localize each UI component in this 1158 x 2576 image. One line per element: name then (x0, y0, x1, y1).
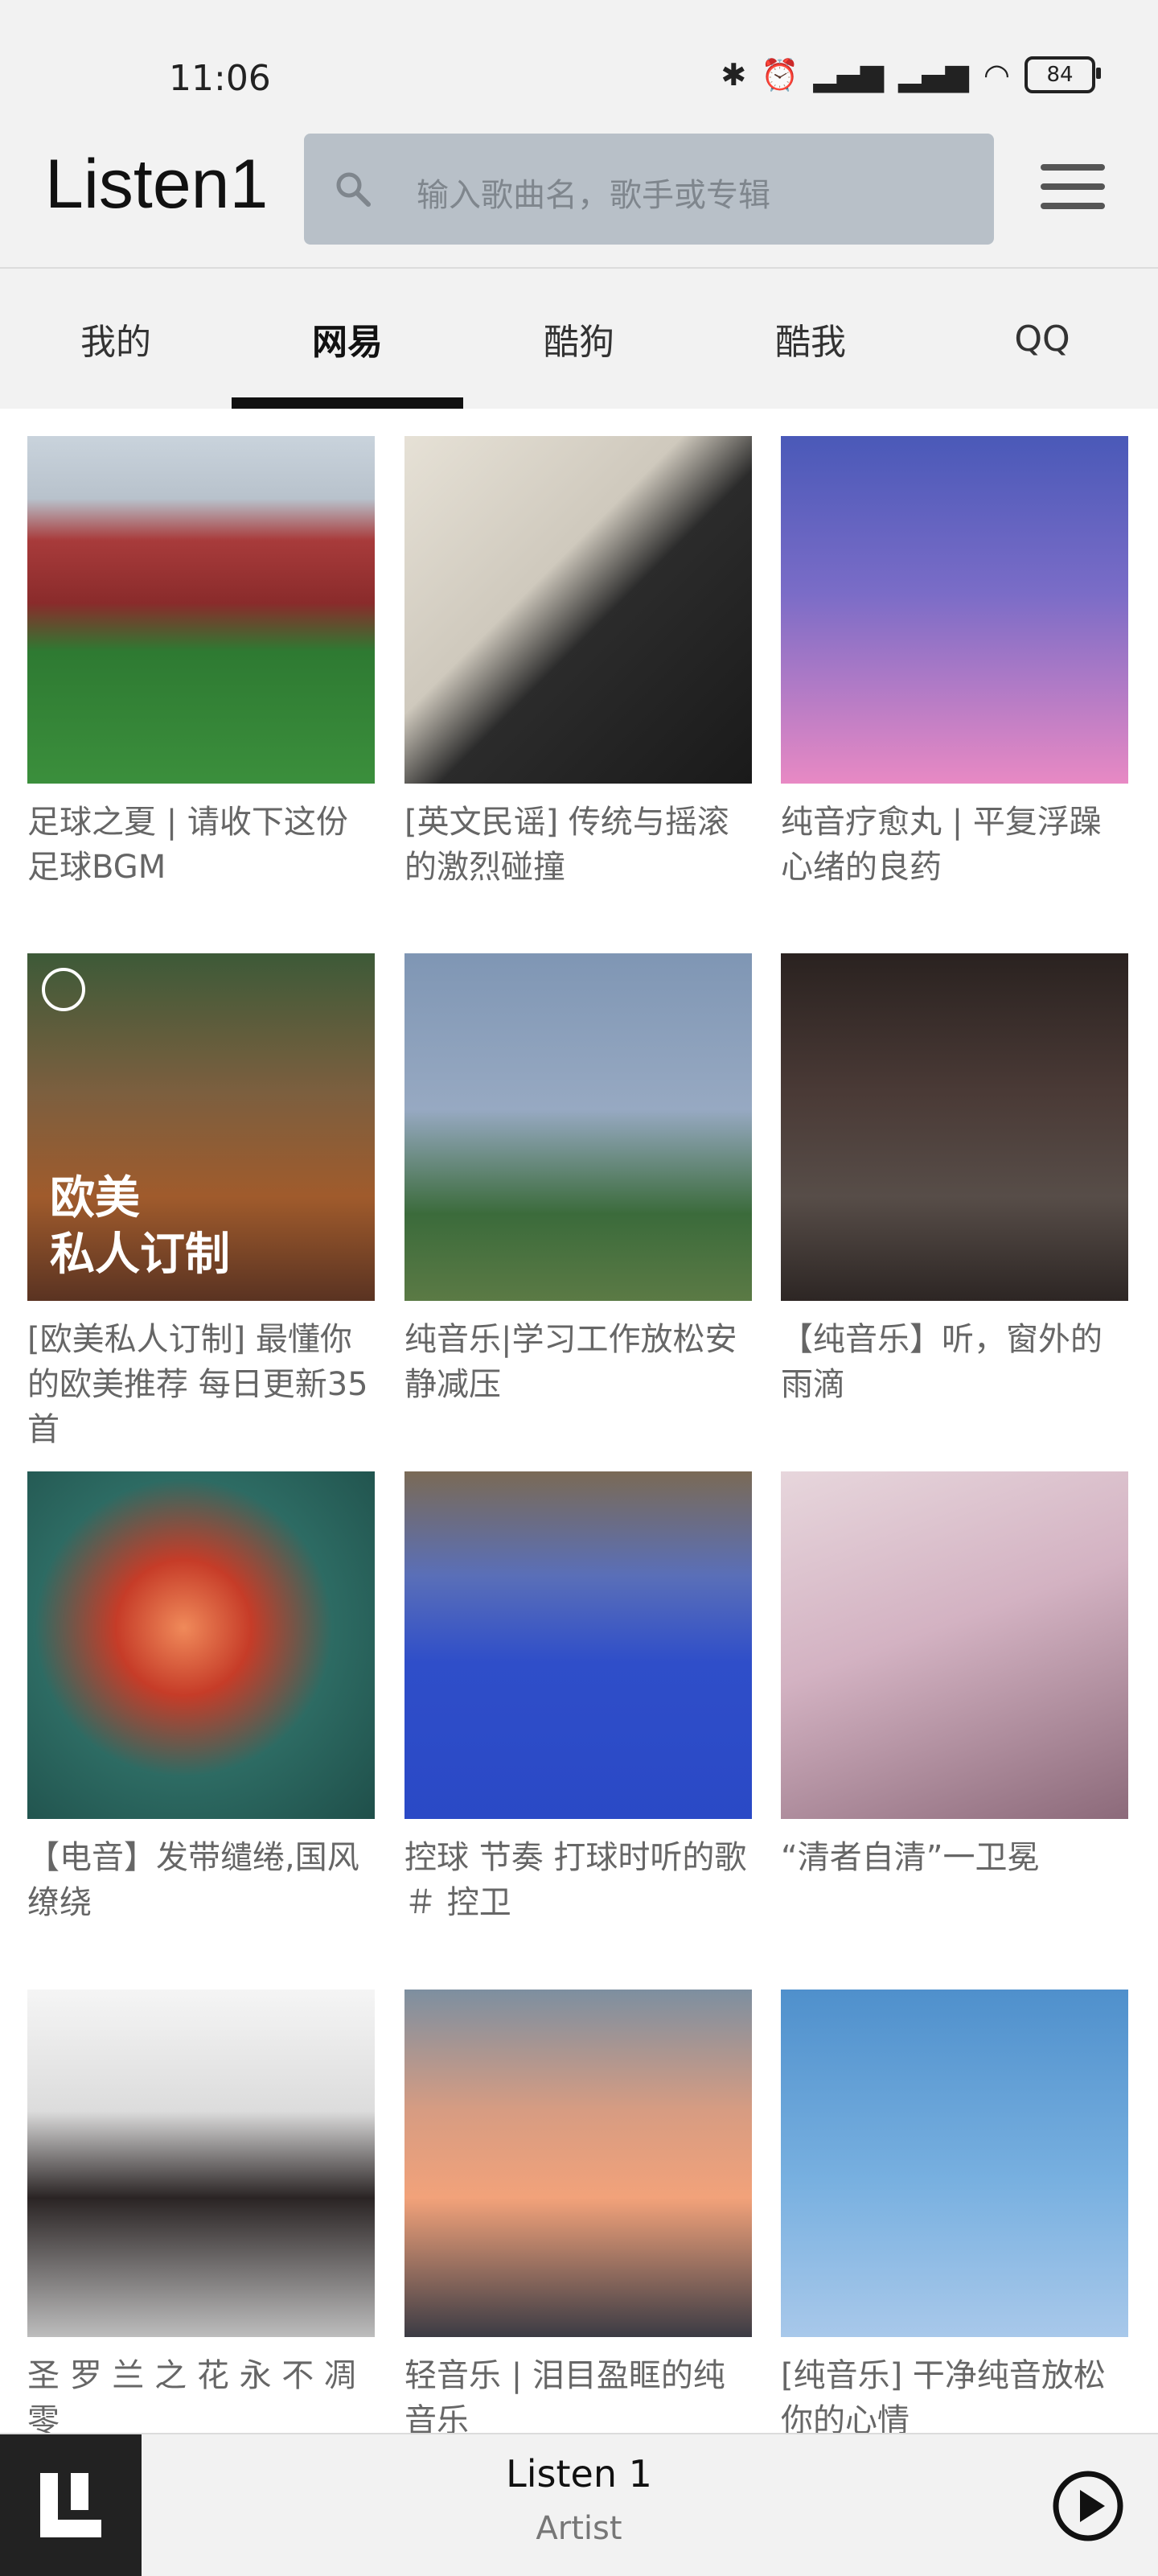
playlist-title[interactable]: 【纯音乐】听，窗外的雨滴 (781, 1317, 1128, 1407)
hd-signal-icon: ▂▄▆ (813, 57, 885, 93)
tab-qq[interactable]: QQ (926, 269, 1158, 409)
battery-icon: 84 (1025, 56, 1101, 93)
wifi-icon: ◠ (983, 57, 1010, 93)
playlist-cover[interactable]: 欧美 私人订制 (27, 953, 375, 1301)
tab-kuwo[interactable]: 酷我 (695, 269, 926, 409)
playlist-cover[interactable] (404, 436, 752, 784)
playlist-title[interactable]: [纯音乐] 干净纯音放松你的心情 (781, 2353, 1128, 2443)
hd-signal-icon: ▂▄▆ (898, 57, 969, 93)
menu-icon-line (1041, 164, 1105, 171)
status-icons: ✱ ⏰ ▂▄▆ ▂▄▆ ◠ 84 (721, 56, 1101, 93)
playlist-title[interactable]: “清者自清”一卫冕 (781, 1835, 1128, 1880)
playlist-title[interactable]: 圣 罗 兰 之 花 永 不 凋 零 (27, 2353, 375, 2443)
search-placeholder: 输入歌曲名，歌手或专辑 (417, 177, 770, 214)
battery-level: 84 (1046, 63, 1074, 87)
playlist-cover[interactable] (781, 1471, 1128, 1819)
app-title: Listen1 (45, 146, 269, 223)
tab-kugou[interactable]: 酷狗 (463, 269, 695, 409)
now-playing-title: Listen 1 (506, 2452, 652, 2496)
alarm-icon: ⏰ (761, 57, 799, 93)
status-time: 11:06 (169, 58, 271, 99)
menu-icon-line (1041, 203, 1105, 209)
playlist-title[interactable]: 【电音】发带缱绻,国风缭绕 (27, 1835, 375, 1925)
now-playing-artist: Artist (536, 2510, 622, 2547)
playlist-title[interactable]: 控球 节奏 打球时听的歌 ＃ 控卫 (404, 1835, 752, 1925)
player-bar[interactable]: Listen 1 Artist (0, 2433, 1158, 2576)
playlist-cover[interactable] (404, 953, 752, 1301)
playlist-cover[interactable] (404, 1990, 752, 2337)
playlist-title[interactable]: 纯音疗愈丸 | 平复浮躁心绪的良药 (781, 800, 1128, 890)
tab-bar: 我的 网易 酷狗 酷我 QQ (0, 269, 1158, 409)
playlist-title[interactable]: [欧美私人订制] 最懂你的欧美推荐 每日更新35首 (27, 1317, 375, 1452)
playlist-title[interactable]: 纯音乐|学习工作放松安静减压 (404, 1317, 752, 1407)
play-button[interactable] (1052, 2470, 1124, 2542)
playlist-cover[interactable] (404, 1471, 752, 1819)
playlist-title[interactable]: 轻音乐 | 泪目盈眶的纯音乐 (404, 2353, 752, 2443)
playlist-cover[interactable] (781, 953, 1128, 1301)
netease-logo-icon (42, 968, 85, 1011)
playlist-cover[interactable] (781, 436, 1128, 784)
playlist-cover[interactable] (27, 1990, 375, 2337)
app-header: Listen1 输入歌曲名，歌手或专辑 (0, 121, 1158, 269)
tab-mine[interactable]: 我的 (0, 269, 232, 409)
active-tab-indicator (232, 397, 463, 409)
playlist-cover[interactable] (27, 1471, 375, 1819)
playlist-cover[interactable] (781, 1990, 1128, 2337)
menu-icon-line (1041, 183, 1105, 190)
cover-overlay-text: 欧美 私人订制 (50, 1172, 230, 1281)
menu-button[interactable] (1041, 164, 1105, 220)
tab-netease[interactable]: 网易 (232, 269, 463, 409)
playlist-title[interactable]: [英文民谣] 传统与摇滚的激烈碰撞 (404, 800, 752, 890)
playlist-cover[interactable] (27, 436, 375, 784)
search-input[interactable]: 输入歌曲名，歌手或专辑 (304, 134, 994, 245)
playlist-title[interactable]: 足球之夏 | 请收下这份足球BGM (27, 800, 375, 890)
bluetooth-icon: ✱ (721, 57, 747, 93)
status-bar: 11:06 ✱ ⏰ ▂▄▆ ▂▄▆ ◠ 84 (0, 0, 1158, 121)
search-icon (336, 172, 371, 207)
